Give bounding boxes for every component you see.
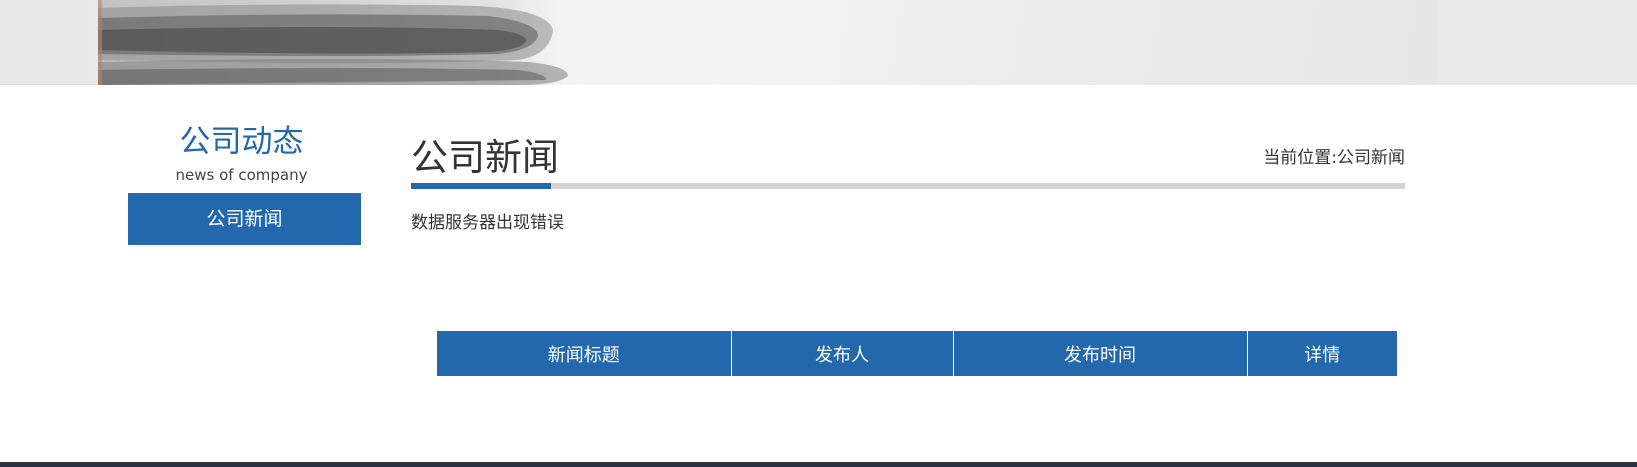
sidebar-title: 公司动态 xyxy=(179,124,304,160)
error-message: 数据服务器出现错误 xyxy=(411,213,564,233)
title-divider xyxy=(411,183,1405,189)
banner-image xyxy=(98,0,1437,85)
breadcrumb: 当前位置:公司新闻 xyxy=(1263,146,1405,170)
title-divider-accent xyxy=(411,183,551,189)
sidebar-subtitle: news of company xyxy=(175,166,308,184)
page-title: 公司新闻 xyxy=(411,136,559,179)
banner-right-filler xyxy=(1437,0,1637,85)
main-content: 公司新闻 当前位置:公司新闻 数据服务器出现错误 xyxy=(411,130,1405,235)
footer-strip xyxy=(0,462,1637,467)
news-table: 新闻标题 发布人 发布时间 详情 xyxy=(437,331,1397,376)
column-header-news-title: 新闻标题 xyxy=(437,331,732,376)
sidebar: 公司动态 news of company 公司新闻 xyxy=(128,120,361,245)
header-banner xyxy=(0,0,1637,85)
newspaper-banner-image xyxy=(98,0,578,85)
column-header-publish-time: 发布时间 xyxy=(953,331,1248,376)
breadcrumb-prefix: 当前位置: xyxy=(1263,148,1337,168)
column-header-details: 详情 xyxy=(1247,331,1397,376)
main-header: 公司新闻 当前位置:公司新闻 xyxy=(411,130,1405,190)
breadcrumb-current-link[interactable]: 公司新闻 xyxy=(1337,148,1405,168)
sidebar-item-company-news[interactable]: 公司新闻 xyxy=(128,193,361,245)
column-header-publisher: 发布人 xyxy=(731,331,954,376)
table-header-row: 新闻标题 发布人 发布时间 详情 xyxy=(437,331,1397,376)
